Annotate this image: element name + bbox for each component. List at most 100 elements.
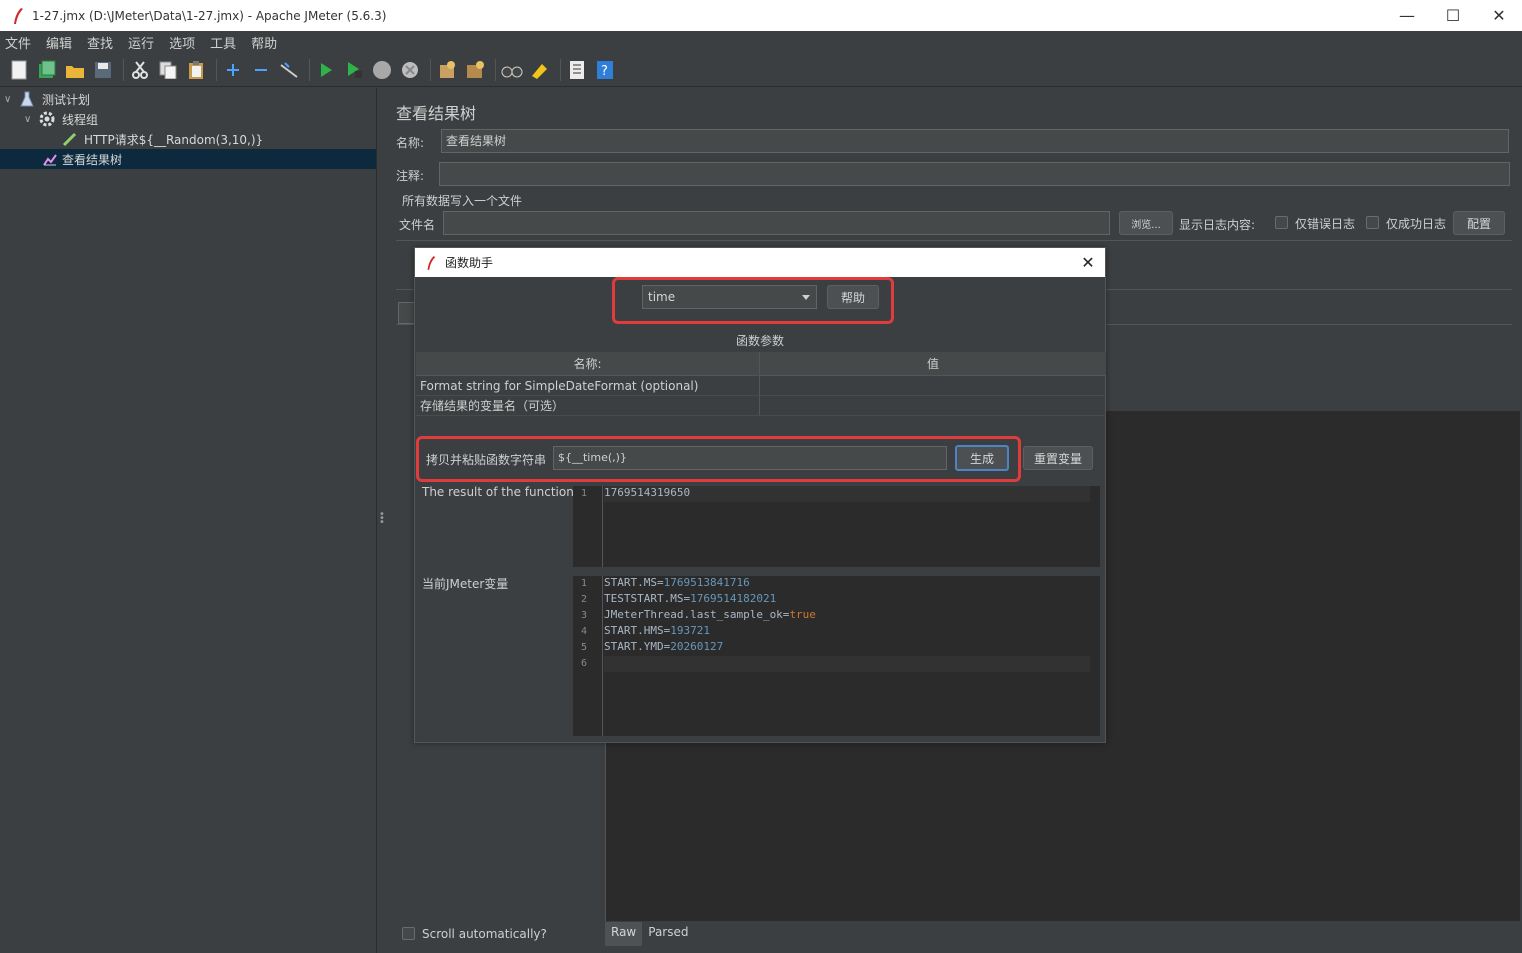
table-row[interactable]: 存储结果的变量名（可选） [416, 396, 1106, 416]
tree-item-test-plan[interactable]: ∨ 测试计划 [4, 89, 374, 109]
maximize-button[interactable]: ☐ [1430, 0, 1476, 31]
chevron-down-icon[interactable]: ∨ [4, 94, 16, 105]
panel-title: 查看结果树 [396, 104, 477, 123]
copy-label: 拷贝并粘贴函数字符串 [426, 453, 547, 467]
tree-item-label: HTTP请求${__Random(3,10,)} [84, 132, 264, 147]
collapse-icon[interactable] [249, 58, 273, 82]
clear-icon[interactable] [435, 58, 459, 82]
window-title: 1-27.jmx (D:\JMeter\Data\1-27.jmx) - Apa… [32, 8, 387, 23]
log-display-label: 显示日志内容: [1179, 218, 1256, 232]
copy-icon[interactable] [156, 58, 180, 82]
menu-help[interactable]: 帮助 [251, 33, 277, 52]
success-only-label: 仅成功日志 [1386, 217, 1447, 231]
pipette-icon [60, 131, 80, 147]
clear-all-icon[interactable] [463, 58, 487, 82]
function-select-value: time [648, 290, 676, 304]
menu-tools[interactable]: 工具 [210, 33, 236, 52]
tree-item-label: 测试计划 [42, 92, 91, 107]
tab-raw[interactable]: Raw [605, 922, 643, 946]
scroll-auto-checkbox[interactable] [402, 927, 415, 940]
gear-icon [36, 111, 58, 127]
comment-field[interactable] [439, 162, 1510, 186]
var-line: START.MS=1769513841716 [604, 576, 750, 589]
function-select[interactable]: time [642, 285, 817, 309]
splitter-handle-icon[interactable]: • • • [379, 510, 385, 528]
result-line: 1769514319650 [604, 486, 691, 499]
reset-variables-button[interactable]: 重置变量 [1023, 446, 1093, 470]
toolbar: ? [0, 53, 1522, 87]
save-icon[interactable] [91, 58, 115, 82]
new-icon[interactable] [7, 58, 31, 82]
close-icon[interactable]: ✕ [1077, 251, 1099, 273]
flask-icon [16, 91, 38, 107]
templates-icon[interactable] [35, 58, 59, 82]
reset-search-icon[interactable] [528, 58, 552, 82]
param-name: 存储结果的变量名（可选） [416, 396, 760, 415]
scroll-auto-label: Scroll automatically? [422, 927, 547, 941]
function-helper-icon[interactable] [565, 58, 589, 82]
tree-item-thread-group[interactable]: ∨ 线程组 [24, 109, 374, 129]
minimize-button[interactable]: — [1384, 0, 1430, 31]
errors-only-label: 仅错误日志 [1295, 217, 1356, 231]
jmeter-feather-icon [425, 255, 437, 271]
filename-label: 文件名 [399, 218, 436, 232]
tree-item-http-request[interactable]: HTTP请求${__Random(3,10,)} [60, 129, 370, 149]
cut-icon[interactable] [128, 58, 152, 82]
chevron-down-icon[interactable] [802, 295, 810, 300]
errors-only-checkbox[interactable] [1275, 216, 1288, 229]
help-button[interactable]: 帮助 [827, 285, 879, 309]
params-title: 函数参数 [735, 334, 784, 348]
result-text-area[interactable]: 1 1769514319650 [573, 486, 1100, 567]
splitter[interactable]: • • • [377, 88, 385, 953]
vars-label: 当前JMeter变量 [422, 577, 509, 591]
tab-parsed[interactable]: Parsed [642, 922, 694, 946]
menu-search[interactable]: 查找 [87, 33, 113, 52]
svg-text:?: ? [601, 64, 608, 79]
vars-text-area[interactable]: 1 2 3 4 5 6 START.MS=1769513841716 TESTS… [573, 576, 1100, 736]
function-helper-dialog: 函数助手 ✕ time 帮助 函数参数 名称: 值 Format string … [414, 247, 1106, 743]
view-tabs: Raw Parsed [605, 922, 695, 946]
params-table: 名称: 值 Format string for SimpleDateFormat… [416, 352, 1106, 416]
menu-run[interactable]: 运行 [128, 33, 154, 52]
var-line: START.YMD=20260127 [604, 640, 724, 653]
help-icon[interactable]: ? [593, 58, 617, 82]
menu-options[interactable]: 选项 [169, 33, 195, 52]
generate-button[interactable]: 生成 [955, 445, 1009, 471]
menu-edit[interactable]: 编辑 [46, 33, 72, 52]
name-field[interactable]: 查看结果树 [441, 129, 1509, 153]
table-header: 名称: 值 [416, 352, 1106, 376]
browse-button[interactable]: 浏览... [1119, 211, 1173, 235]
column-header-name: 名称: [416, 352, 760, 375]
config-button[interactable]: 配置 [1453, 211, 1505, 235]
comment-label: 注释: [396, 169, 425, 183]
param-value[interactable] [760, 396, 1106, 415]
toggle-icon[interactable] [277, 58, 301, 82]
function-string-field[interactable]: ${__time(,)} [553, 446, 947, 470]
expand-icon[interactable] [221, 58, 245, 82]
dialog-titlebar: 函数助手 ✕ [415, 248, 1105, 277]
dialog-title: 函数助手 [445, 256, 494, 270]
menu-file[interactable]: 文件 [5, 33, 31, 52]
paste-icon[interactable] [184, 58, 208, 82]
filename-field[interactable] [443, 211, 1110, 235]
write-all-label: 所有数据写入一个文件 [402, 194, 523, 208]
param-value[interactable] [760, 376, 1106, 395]
menu-bar: 文件 编辑 查找 运行 选项 工具 帮助 [0, 31, 1522, 53]
shutdown-icon[interactable] [398, 58, 422, 82]
stop-icon[interactable] [370, 58, 394, 82]
table-row[interactable]: Format string for SimpleDateFormat (opti… [416, 376, 1106, 396]
tree-item-view-results-tree[interactable]: 查看结果树 [0, 149, 376, 169]
close-window-button[interactable]: ✕ [1476, 0, 1522, 31]
var-line: JMeterThread.last_sample_ok=true [604, 608, 816, 621]
search-binoculars-icon[interactable] [500, 58, 524, 82]
chevron-down-icon[interactable]: ∨ [24, 114, 36, 125]
column-header-value: 值 [926, 357, 939, 371]
start-no-pause-icon[interactable] [342, 58, 366, 82]
open-icon[interactable] [63, 58, 87, 82]
line-number: 1 [581, 488, 588, 499]
test-plan-tree: ∨ 测试计划 ∨ 线程组 HTTP请求${__Random(3,10,)} 查看… [0, 88, 377, 953]
result-label: The result of the function is [422, 485, 588, 499]
start-icon[interactable] [314, 58, 338, 82]
success-only-checkbox[interactable] [1366, 216, 1379, 229]
name-label: 名称: [396, 136, 425, 150]
